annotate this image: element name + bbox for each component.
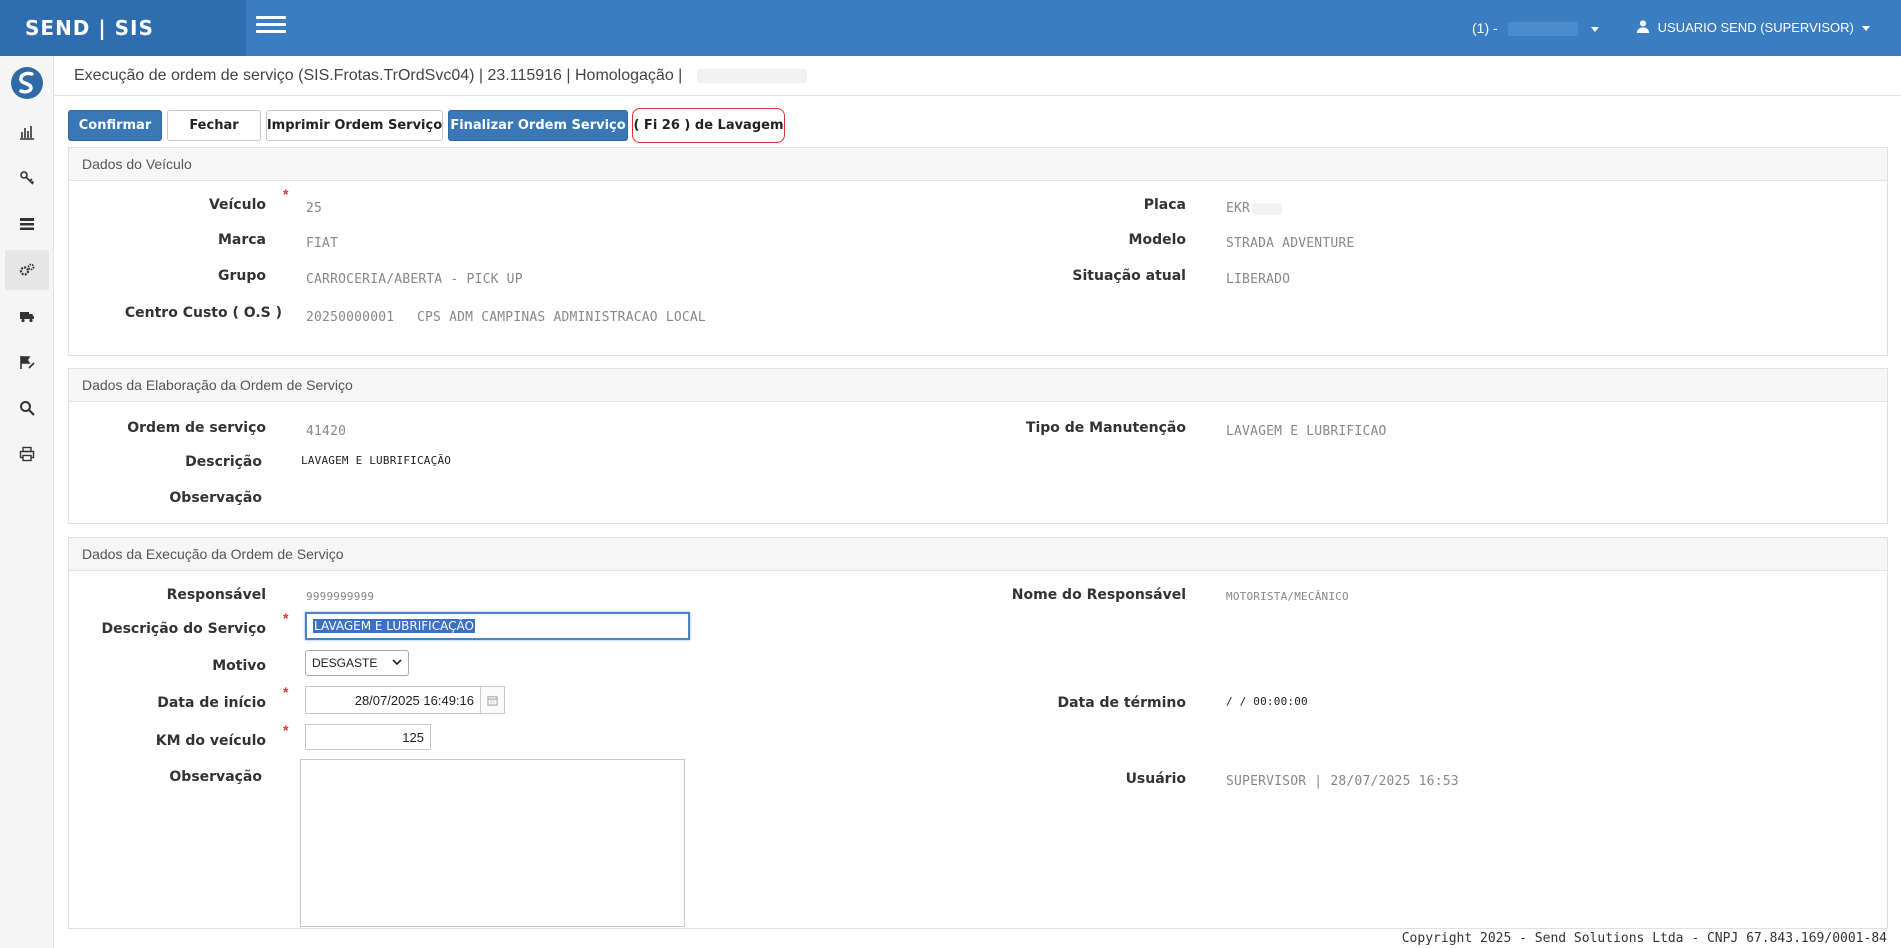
flag-wrench-icon bbox=[20, 356, 35, 369]
print-order-button[interactable]: Imprimir Ordem Serviço bbox=[266, 110, 443, 141]
finalize-order-button[interactable]: Finalizar Ordem Serviço bbox=[448, 110, 628, 141]
order-value: 41420 bbox=[306, 424, 347, 439]
start-date-label: Data de início bbox=[157, 695, 266, 711]
truck-icon bbox=[20, 312, 34, 323]
start-date-value: 28/07/2025 16:49:16 bbox=[354, 692, 474, 708]
user-menu[interactable]: USUARIO SEND (SUPERVISOR) bbox=[1636, 0, 1870, 56]
maintenance-type-value: LAVAGEM E LUBRIFICAO bbox=[1226, 424, 1387, 439]
required-marker: * bbox=[283, 684, 289, 700]
wash-sheet-button[interactable]: ( Fi 26 ) de Lavagem bbox=[632, 108, 785, 143]
required-marker: * bbox=[283, 610, 289, 626]
confirm-button[interactable]: Confirmar bbox=[68, 110, 162, 141]
description-value: LAVAGEM E LUBRIFICAÇÃO bbox=[301, 454, 452, 467]
sidebar-item-dashboard[interactable] bbox=[5, 112, 49, 152]
user-label: Usuário bbox=[1125, 771, 1186, 787]
elaboration-panel: Dados da Elaboração da Ordem de Serviço bbox=[68, 368, 1888, 524]
observation-label: Observação bbox=[169, 490, 262, 506]
chevron-down-icon bbox=[392, 659, 402, 666]
status-value: LIBERADO bbox=[1226, 272, 1291, 287]
user-value: SUPERVISOR | 28/07/2025 16:53 bbox=[1226, 774, 1459, 789]
service-description-label: Descrição do Serviço bbox=[101, 621, 266, 637]
brand-logo[interactable]: SEND | SIS bbox=[0, 0, 246, 56]
responsible-name-label: Nome do Responsável bbox=[1011, 587, 1186, 603]
plate-redacted bbox=[1252, 202, 1283, 215]
vehicle-panel-title: Dados do Veículo bbox=[69, 148, 1887, 181]
company-name-redacted bbox=[1507, 22, 1578, 37]
responsible-label: Responsável bbox=[166, 587, 266, 603]
km-label: KM do veículo bbox=[155, 733, 266, 749]
cost-center-code: 20250000001 bbox=[306, 310, 395, 325]
responsible-value: 9999999999 bbox=[306, 590, 375, 603]
page-title: Execução de ordem de serviço (SIS.Frotas… bbox=[74, 67, 807, 85]
user-name: USUARIO SEND (SUPERVISOR) bbox=[1657, 20, 1854, 35]
reason-label: Motivo bbox=[212, 658, 266, 674]
top-navbar: SEND | SIS (1) - USUARIO SEND (SUPERVISO… bbox=[0, 0, 1901, 56]
company-label: (1) - bbox=[1472, 20, 1498, 36]
sidebar-item-list[interactable] bbox=[5, 204, 49, 244]
plate-label: Placa bbox=[1143, 197, 1186, 213]
maintenance-type-label: Tipo de Manutenção bbox=[1025, 420, 1186, 436]
model-value: STRADA ADVENTURE bbox=[1226, 236, 1355, 251]
hamburger-menu-icon[interactable] bbox=[256, 16, 286, 38]
plate-value: EKR bbox=[1226, 201, 1283, 216]
calendar-button[interactable] bbox=[481, 686, 505, 714]
page-header: Execução de ordem de serviço (SIS.Frotas… bbox=[54, 56, 1901, 96]
cost-center-name: CPS ADM CAMPINAS ADMINISTRACAO LOCAL bbox=[417, 310, 706, 325]
sidebar-item-maintenance[interactable] bbox=[5, 342, 49, 382]
sidebar bbox=[0, 56, 54, 948]
sidebar-item-keys[interactable] bbox=[5, 158, 49, 198]
brand-label: Marca bbox=[217, 232, 266, 248]
reason-selected-value: DESGASTE bbox=[312, 656, 378, 670]
status-label: Situação atual bbox=[1072, 268, 1186, 284]
plate-text: EKR bbox=[1226, 201, 1251, 216]
vehicle-value: 25 bbox=[306, 201, 323, 216]
cost-center-label: Centro Custo ( O.S ) bbox=[124, 305, 282, 321]
required-marker: * bbox=[283, 722, 289, 738]
key-icon bbox=[20, 171, 35, 185]
app-logo-icon[interactable] bbox=[10, 66, 44, 100]
order-label: Ordem de serviço bbox=[127, 420, 266, 436]
sidebar-item-settings[interactable] bbox=[5, 250, 49, 290]
bar-chart-icon bbox=[20, 126, 34, 140]
printer-icon bbox=[19, 446, 35, 462]
gears-icon bbox=[19, 263, 35, 276]
start-date-input[interactable]: 28/07/2025 16:49:16 bbox=[305, 686, 481, 714]
chevron-down-icon bbox=[1591, 26, 1600, 32]
km-value: 125 bbox=[402, 729, 424, 745]
list-icon bbox=[20, 218, 34, 230]
user-icon bbox=[1636, 20, 1650, 33]
service-description-selected-text: LAVAGEM E LUBRIFICAÇÃO bbox=[313, 619, 475, 633]
sidebar-item-fleet[interactable] bbox=[5, 296, 49, 336]
brand-value: FIAT bbox=[306, 236, 339, 251]
sidebar-item-print[interactable] bbox=[5, 434, 49, 474]
km-input[interactable]: 125 bbox=[305, 724, 431, 750]
page-title-text: Execução de ordem de serviço (SIS.Frotas… bbox=[74, 67, 683, 84]
service-description-input[interactable]: LAVAGEM E LUBRIFICAÇÃO bbox=[305, 612, 690, 640]
footer-copyright: Copyright 2025 - Send Solutions Ltda - C… bbox=[1401, 931, 1887, 946]
end-date-value: / / 00:00:00 bbox=[1226, 695, 1308, 708]
responsible-name-value: MOTORISTA/MECÂNICO bbox=[1226, 590, 1349, 603]
execution-observation-label: Observação bbox=[169, 769, 262, 785]
chevron-down-icon bbox=[1861, 26, 1870, 32]
reason-select[interactable]: DESGASTE bbox=[305, 650, 409, 676]
company-selector[interactable]: (1) - bbox=[1472, 0, 1600, 56]
end-date-label: Data de término bbox=[1057, 695, 1186, 711]
description-label: Descrição bbox=[185, 454, 262, 470]
observation-textarea[interactable] bbox=[300, 759, 685, 927]
group-value: CARROCERIA/ABERTA - PICK UP bbox=[306, 272, 523, 287]
execution-panel-title: Dados da Execução da Ordem de Serviço bbox=[69, 538, 1887, 571]
search-icon bbox=[20, 401, 35, 416]
sidebar-item-search[interactable] bbox=[5, 388, 49, 428]
group-label: Grupo bbox=[217, 268, 266, 284]
calendar-icon bbox=[487, 695, 498, 706]
elaboration-panel-title: Dados da Elaboração da Ordem de Serviço bbox=[69, 369, 1887, 402]
vehicle-label: Veículo bbox=[208, 197, 266, 213]
environment-redacted bbox=[696, 68, 807, 83]
model-label: Modelo bbox=[1128, 232, 1186, 248]
close-button[interactable]: Fechar bbox=[167, 110, 261, 141]
required-marker: * bbox=[283, 186, 289, 202]
